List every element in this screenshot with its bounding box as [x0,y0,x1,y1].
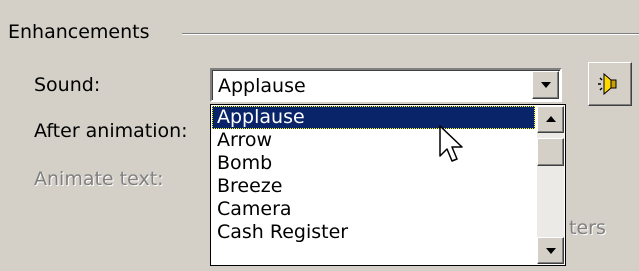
partially-hidden-label: ters [569,217,606,239]
scroll-up-button[interactable] [537,106,564,133]
sound-label: Sound: [34,74,101,96]
sound-list: Applause Arrow Bomb Breeze Camera Cash Regist… [212,106,535,264]
sound-dropdown-button[interactable] [532,71,559,99]
group-title: Enhancements [8,21,156,43]
group-separator [182,33,639,35]
sound-combobox-field: Applause [212,70,560,100]
mouse-pointer-icon [439,125,463,162]
scroll-down-button[interactable] [537,237,564,264]
play-sound-button[interactable] [588,62,632,106]
scroll-down-icon [546,248,556,254]
scroll-up-icon [546,116,556,122]
dropdown-item-camera[interactable]: Camera [212,198,535,221]
dropdown-item-breeze[interactable]: Breeze [212,175,535,198]
vertical-scrollbar[interactable] [537,106,564,264]
dropdown-item-applause[interactable]: Applause [212,106,535,129]
scroll-thumb[interactable] [537,138,564,166]
after-animation-label: After animation: [34,120,188,142]
sound-combobox-value: Applause [218,75,306,97]
sound-dropdown-list[interactable]: Applause Arrow Bomb Breeze Camera Cash Regist… [210,104,566,266]
sound-combobox[interactable]: Applause [210,68,562,102]
speaker-icon [598,72,617,96]
chevron-down-icon [541,82,551,88]
dropdown-item-bomb[interactable]: Bomb [212,152,535,175]
enhancements-dialog: Enhancements Sound: After animation: Ani… [0,0,639,271]
dropdown-item-arrow[interactable]: Arrow [212,129,535,152]
dropdown-item-cash-register[interactable]: Cash Register [212,221,535,244]
animate-text-label: Animate text: [34,168,164,190]
